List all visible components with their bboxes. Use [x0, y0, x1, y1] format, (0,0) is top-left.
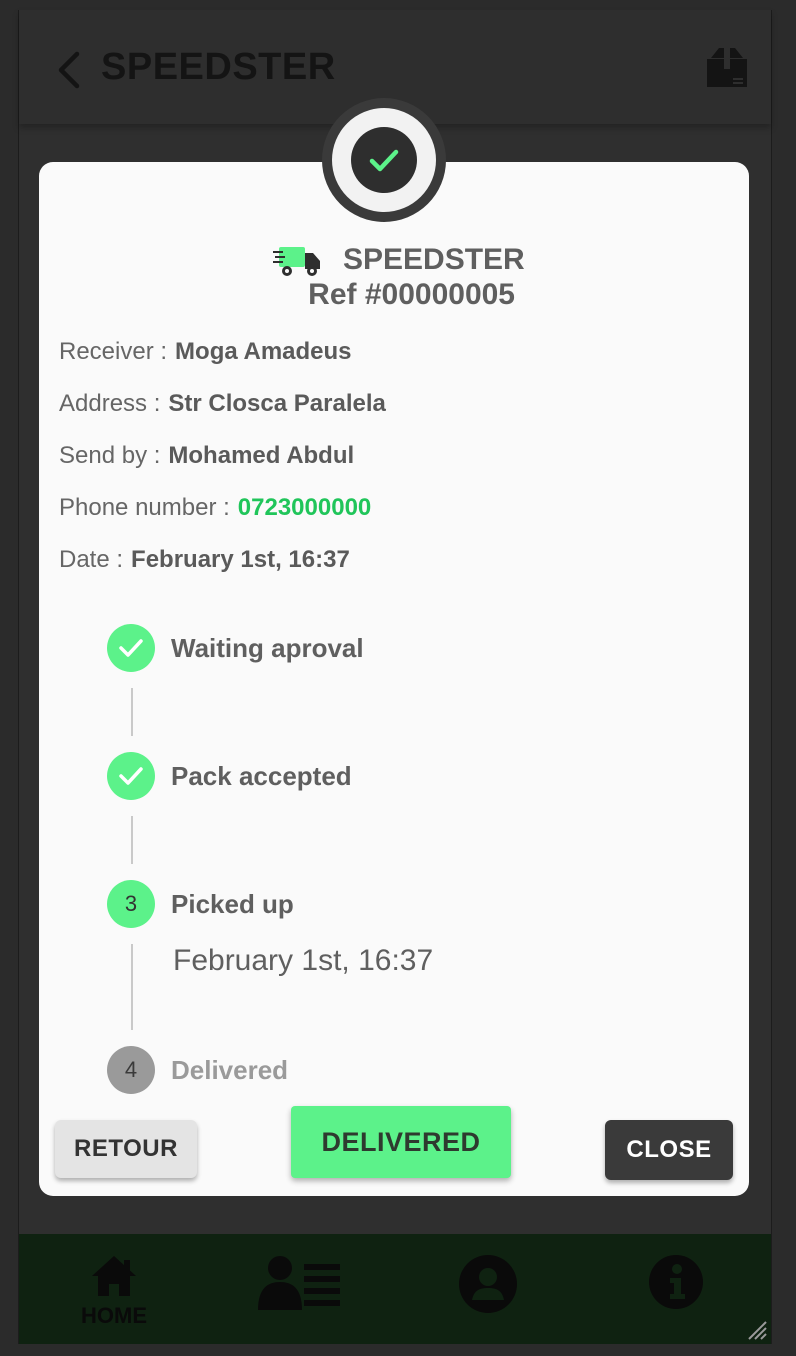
- delivered-button[interactable]: DELIVERED: [291, 1106, 511, 1178]
- receiver-value: Moga Amadeus: [175, 338, 352, 365]
- step-label: Pack accepted: [171, 760, 352, 791]
- delivery-truck-icon: [273, 247, 320, 276]
- resize-handle-icon[interactable]: [745, 1318, 767, 1340]
- step-label: Waiting aproval: [171, 632, 364, 663]
- info-icon: [649, 1255, 703, 1309]
- step-waiting-approval: Waiting aproval: [107, 624, 364, 672]
- brand-name: SPEEDSTER: [343, 243, 525, 276]
- step-delivered: 4 Delivered: [107, 1046, 288, 1094]
- nav-home[interactable]: HOME: [69, 1254, 159, 1329]
- status-badge: [322, 98, 446, 222]
- check-circle-icon: [369, 149, 399, 172]
- step-connector: [131, 816, 133, 864]
- step-pack-accepted: Pack accepted: [107, 752, 352, 800]
- date-label: Date :: [59, 546, 124, 573]
- close-button[interactable]: CLOSE: [605, 1120, 733, 1180]
- nav-account[interactable]: [443, 1254, 533, 1319]
- sender-label: Send by :: [59, 442, 161, 469]
- step-label: Picked up: [171, 888, 294, 919]
- address-label: Address :: [59, 390, 161, 417]
- date-value: February 1st, 16:37: [131, 546, 350, 573]
- sender-row: Send by : Mohamed Abdul: [59, 442, 354, 470]
- date-row: Date : February 1st, 16:37: [59, 546, 350, 574]
- brand-row: SPEEDSTER: [273, 240, 525, 280]
- step-connector: [131, 944, 133, 1030]
- order-detail-modal: SPEEDSTER Ref #00000005 Receiver : Moga A…: [39, 162, 749, 1196]
- step-number-badge: 4: [107, 1046, 155, 1094]
- sender-value: Mohamed Abdul: [168, 442, 355, 469]
- step-done-icon: [107, 624, 155, 672]
- phone-label: Phone number :: [59, 494, 230, 521]
- step-picked-up: 3 Picked up: [107, 880, 294, 928]
- step-label: Delivered: [171, 1054, 289, 1085]
- nav-home-label: HOME: [81, 1303, 147, 1328]
- package-icon[interactable]: [705, 46, 749, 90]
- nav-info[interactable]: [631, 1254, 721, 1315]
- nav-user-list[interactable]: [255, 1254, 345, 1317]
- order-reference: Ref #00000005: [308, 278, 515, 311]
- home-icon: [92, 1256, 136, 1296]
- account-icon: [459, 1255, 517, 1313]
- address-value: Str Closca Paralela: [168, 390, 386, 417]
- receiver-row: Receiver : Moga Amadeus: [59, 338, 352, 366]
- retour-button[interactable]: RETOUR: [55, 1120, 197, 1178]
- phone-link[interactable]: 0723000000: [238, 494, 371, 521]
- chevron-left-icon[interactable]: [53, 50, 87, 90]
- app-title: SPEEDSTER: [101, 46, 336, 88]
- user-list-icon: [258, 1256, 340, 1310]
- step-number-badge: 3: [107, 880, 155, 928]
- step-connector: [131, 688, 133, 736]
- receiver-label: Receiver :: [59, 338, 168, 365]
- address-row: Address : Str Closca Paralela: [59, 390, 386, 418]
- step-date: February 1st, 16:37: [173, 944, 434, 977]
- step-done-icon: [107, 752, 155, 800]
- bottom-navigation: HOME: [19, 1234, 771, 1344]
- phone-row: Phone number : 0723000000: [59, 494, 371, 522]
